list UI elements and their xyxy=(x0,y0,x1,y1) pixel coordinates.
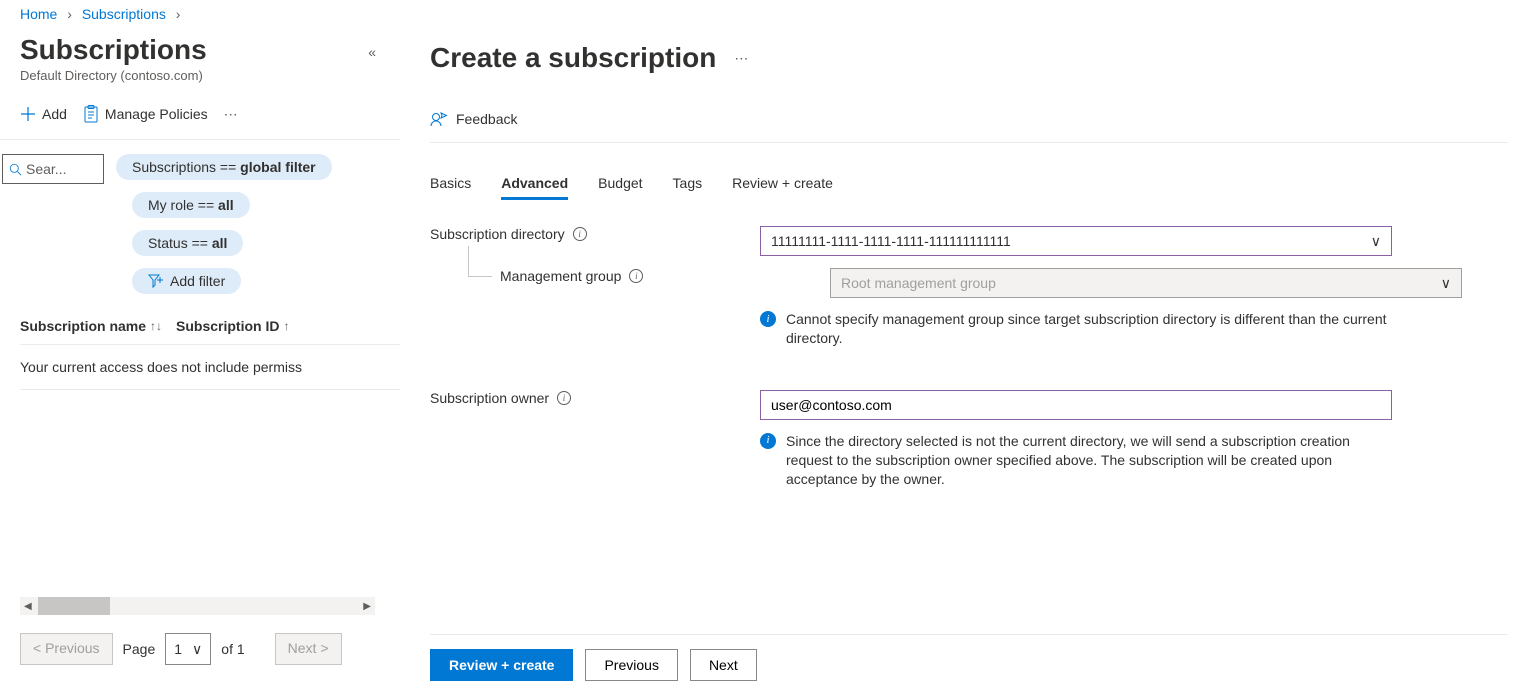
page-select[interactable]: 1 ∨ xyxy=(165,633,211,665)
chevron-right-icon: › xyxy=(67,6,72,22)
previous-button[interactable]: Previous xyxy=(585,649,677,681)
tab-budget[interactable]: Budget xyxy=(598,169,642,200)
pager: < Previous Page 1 ∨ of 1 Next > xyxy=(20,633,342,665)
column-label: Subscription ID xyxy=(176,318,279,334)
more-icon[interactable]: ⋯ xyxy=(224,106,240,123)
sort-icon: ↑ xyxy=(283,319,289,333)
pill-prefix: My role == xyxy=(148,197,218,213)
breadcrumb-subscriptions[interactable]: Subscriptions xyxy=(82,6,166,22)
pill-prefix: Subscriptions == xyxy=(132,159,240,175)
feedback-icon xyxy=(430,110,448,128)
manage-policies-label: Manage Policies xyxy=(105,106,208,122)
subscription-owner-note: Since the directory selected is not the … xyxy=(786,432,1392,489)
directory-subtitle: Default Directory (contoso.com) xyxy=(20,68,400,83)
select-placeholder: Root management group xyxy=(841,275,996,291)
subscription-owner-label: Subscription owner xyxy=(430,390,549,406)
page-label: Page xyxy=(123,641,156,657)
left-toolbar: Add Manage Policies ⋯ xyxy=(20,105,400,123)
left-panel: Subscriptions « Default Directory (conto… xyxy=(0,28,400,689)
next-page-button[interactable]: Next > xyxy=(275,633,342,665)
filter-pill-status[interactable]: Status == all xyxy=(132,230,243,256)
column-subscription-name[interactable]: Subscription name ↑↓ xyxy=(20,318,162,334)
previous-page-button[interactable]: < Previous xyxy=(20,633,113,665)
tab-review-create[interactable]: Review + create xyxy=(732,169,833,200)
select-value: 11111111-1111-1111-1111-111111111111 xyxy=(771,233,1011,249)
search-input[interactable]: Sear... xyxy=(2,154,104,184)
chevron-down-icon: ∨ xyxy=(1441,275,1451,292)
search-placeholder: Sear... xyxy=(26,161,66,177)
plus-icon xyxy=(20,106,36,122)
feedback-button[interactable]: Feedback xyxy=(430,110,1508,128)
scroll-left-icon[interactable]: ◀ xyxy=(20,601,36,612)
search-icon xyxy=(9,163,22,176)
filter-pill-role[interactable]: My role == all xyxy=(132,192,250,218)
collapse-icon[interactable]: « xyxy=(368,44,376,60)
pill-value: all xyxy=(218,197,234,213)
page-value: 1 xyxy=(174,641,182,657)
add-filter-label: Add filter xyxy=(170,273,225,289)
clipboard-icon xyxy=(83,105,99,123)
breadcrumb: Home › Subscriptions › xyxy=(0,0,1538,28)
info-icon[interactable]: i xyxy=(629,269,643,283)
subscription-owner-input[interactable] xyxy=(760,390,1392,420)
scroll-thumb[interactable] xyxy=(38,597,110,615)
chevron-down-icon: ∨ xyxy=(192,641,202,658)
breadcrumb-home[interactable]: Home xyxy=(20,6,57,22)
tab-basics[interactable]: Basics xyxy=(430,169,471,200)
subscription-directory-select[interactable]: 11111111-1111-1111-1111-111111111111 ∨ xyxy=(760,226,1392,256)
page-of-label: of 1 xyxy=(221,641,244,657)
page-title: Subscriptions xyxy=(20,34,207,66)
add-button[interactable]: Add xyxy=(20,106,67,122)
column-subscription-id[interactable]: Subscription ID ↑ xyxy=(176,318,289,334)
main-title: Create a subscription xyxy=(430,42,716,74)
next-button[interactable]: Next xyxy=(690,649,757,681)
info-blue-icon: i xyxy=(760,311,776,327)
feedback-label: Feedback xyxy=(456,111,517,127)
review-create-button[interactable]: Review + create xyxy=(430,649,573,681)
tabs: Basics Advanced Budget Tags Review + cre… xyxy=(430,169,1508,200)
wizard-footer: Review + create Previous Next xyxy=(430,634,1508,681)
chevron-down-icon: ∨ xyxy=(1371,233,1381,250)
management-group-label: Management group xyxy=(500,268,621,284)
chevron-right-icon: › xyxy=(176,6,181,22)
management-group-note: Cannot specify management group since ta… xyxy=(786,310,1392,348)
manage-policies-button[interactable]: Manage Policies xyxy=(83,105,208,123)
column-label: Subscription name xyxy=(20,318,146,334)
add-filter-button[interactable]: Add filter xyxy=(132,268,241,294)
management-group-select: Root management group ∨ xyxy=(830,268,1462,298)
info-icon[interactable]: i xyxy=(573,227,587,241)
empty-state-text: Your current access does not include per… xyxy=(20,345,400,389)
more-icon[interactable]: ⋯ xyxy=(734,50,750,67)
pill-value: all xyxy=(212,235,228,251)
sort-icon: ↑↓ xyxy=(150,319,162,333)
filter-add-icon xyxy=(148,274,164,288)
info-icon[interactable]: i xyxy=(557,391,571,405)
tab-advanced[interactable]: Advanced xyxy=(501,169,568,200)
scroll-right-icon[interactable]: ▶ xyxy=(359,601,375,612)
tab-tags[interactable]: Tags xyxy=(673,169,703,200)
add-label: Add xyxy=(42,106,67,122)
filter-pill-subscriptions[interactable]: Subscriptions == global filter xyxy=(116,154,332,180)
pill-value: global filter xyxy=(240,159,315,175)
horizontal-scrollbar[interactable]: ◀ ▶ xyxy=(20,597,375,615)
pill-prefix: Status == xyxy=(148,235,212,251)
main-panel: Create a subscription ⋯ Feedback Basics … xyxy=(400,28,1538,689)
subscription-directory-label: Subscription directory xyxy=(430,226,565,242)
info-blue-icon: i xyxy=(760,433,776,449)
